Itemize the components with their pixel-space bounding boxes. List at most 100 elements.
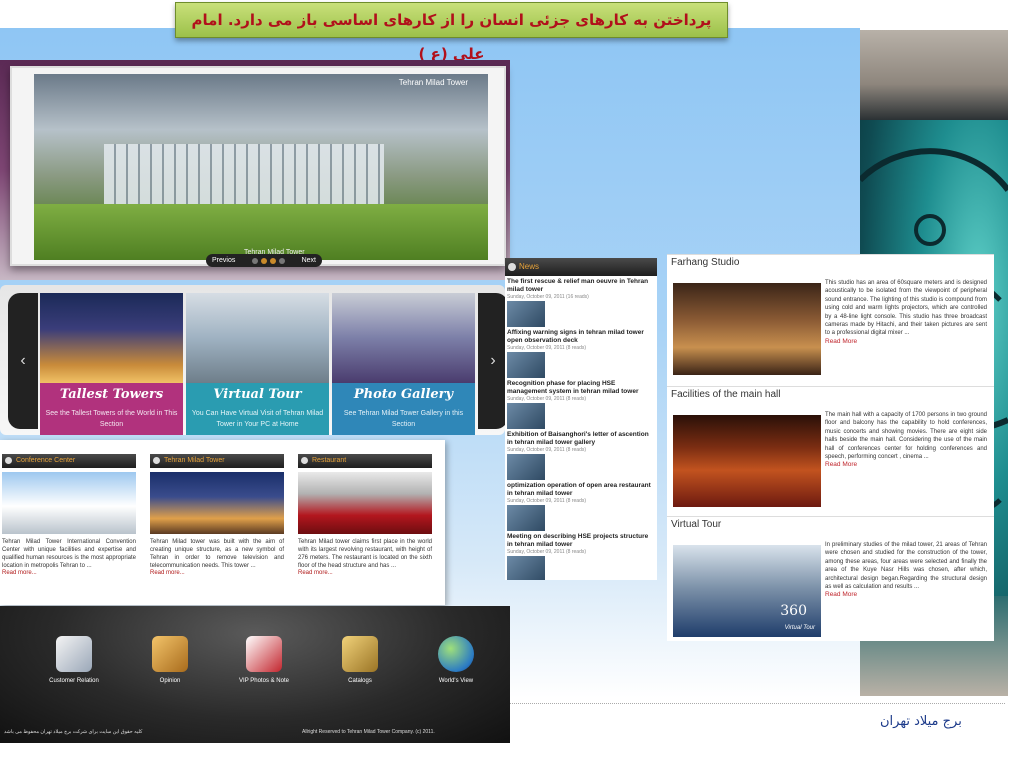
news-date: Sunday, October 09, 2011 (8 reads): [507, 396, 587, 402]
icon-label: World's View: [438, 678, 474, 684]
read-more-link[interactable]: Read More: [825, 338, 857, 345]
conference-photo: [2, 472, 136, 534]
slider-dot[interactable]: [278, 257, 285, 264]
slider-caption: Tehran Milad Tower: [398, 78, 468, 87]
customer-relation-item[interactable]: Customer Relation: [36, 636, 112, 684]
news-header: News: [505, 258, 657, 276]
news-title[interactable]: The first rescue & relief man oeuvre in …: [507, 278, 655, 294]
news-thumbnail: [507, 454, 545, 480]
box-header: Tehran Milad Tower: [150, 454, 284, 468]
news-title[interactable]: Recognition phase for placing HSE manage…: [507, 380, 655, 396]
opinion-item[interactable]: Opinion: [132, 636, 208, 684]
worlds-view-item[interactable]: World's View: [418, 636, 494, 684]
carousel-prev-arrow[interactable]: ‹: [8, 293, 38, 429]
feature-text: In preliminary studies of the milad towe…: [825, 542, 987, 591]
tile-band: Tallest Towers See the Tallest Towers of…: [40, 383, 183, 435]
vip-photos-item[interactable]: VIP Photos & Note: [226, 636, 302, 684]
info-box-tower: Tehran Milad Tower Tehran Milad tower wa…: [150, 454, 284, 576]
news-date: Sunday, October 09, 2011 (8 reads): [507, 447, 587, 453]
studio-photo: [673, 283, 821, 375]
news-title[interactable]: Exhibition of Baisanghori's letter of as…: [507, 431, 655, 447]
virtual-tour-photo: [186, 293, 329, 383]
folder-icon: [342, 636, 378, 672]
feature-carousel: ‹ Tallest Towers See the Tallest Towers …: [0, 285, 508, 435]
read-more-link[interactable]: Read more...: [150, 570, 284, 576]
news-item[interactable]: Exhibition of Baisanghori's letter of as…: [505, 429, 657, 480]
slider-frame: Tehran Milad Tower Tehran Milad Tower: [10, 66, 506, 266]
carousel-next-arrow[interactable]: ›: [478, 293, 508, 429]
footer-title: برج میلاد تهران: [880, 714, 962, 729]
icon-label: VIP Photos & Note: [239, 678, 289, 684]
quote-banner: پرداختن به کارهای جزئی انسان را از کارها…: [175, 2, 728, 63]
news-title[interactable]: Affixing warning signs in tehran milad t…: [507, 329, 655, 345]
box-text: Tehran Milad tower was built with the ai…: [150, 539, 284, 569]
slider-photo: Tehran Milad Tower Tehran Milad Tower: [34, 74, 488, 260]
tile-title: Virtual Tour: [213, 387, 302, 402]
copyright-persian: کلیه حقوق این سایت برای شرکت برج میلاد ت…: [4, 729, 143, 735]
news-thumbnail: [507, 505, 545, 531]
tile-desc: See Tehran Milad Tower Gallery in this S…: [343, 410, 464, 428]
main-hall-photo: [673, 415, 821, 507]
news-title[interactable]: optimization operation of open area rest…: [507, 482, 655, 498]
tour-badge-sub: Virtual Tour: [784, 625, 815, 631]
news-item[interactable]: optimization operation of open area rest…: [505, 480, 657, 531]
building-photo: [104, 144, 384, 204]
tile-desc: You Can Have Virtual Visit of Tehran Mil…: [191, 410, 324, 428]
slider-dot[interactable]: [260, 257, 267, 264]
info-box-restaurant: Restaurant Tehran Milad tower claims fir…: [298, 454, 432, 576]
tile-band: Photo Gallery See Tehran Milad Tower Gal…: [332, 383, 475, 435]
features-column: Farhang Studio This studio has an area o…: [667, 254, 994, 641]
box-text: Tehran Milad Tower International Convent…: [2, 539, 136, 569]
read-more-link[interactable]: Read More: [825, 461, 857, 468]
slider-dot[interactable]: [251, 257, 258, 264]
tile-band: Virtual Tour You Can Have Virtual Visit …: [186, 383, 329, 435]
tile-tallest-towers[interactable]: Tallest Towers See the Tallest Towers of…: [40, 293, 183, 435]
info-box-conference: Conference Center Tehran Milad Tower Int…: [2, 454, 136, 576]
feature-text: This studio has an area of 60square mete…: [825, 280, 987, 337]
divider-line: [510, 703, 1005, 704]
tallest-towers-photo: [40, 293, 183, 383]
feature-farhang-studio: Farhang Studio This studio has an area o…: [667, 254, 994, 379]
read-more-link[interactable]: Read More: [825, 591, 857, 598]
slider-dots: [251, 257, 285, 264]
news-title[interactable]: Meeting on describing HSE projects struc…: [507, 533, 655, 549]
feature-text: The main hall with a capacity of 1700 pe…: [825, 412, 987, 461]
feature-desc: The main hall with a capacity of 1700 pe…: [825, 411, 987, 470]
info-boxes-panel: Conference Center Tehran Milad Tower Int…: [0, 440, 445, 605]
tile-desc: See the Tallest Towers of the World in T…: [45, 410, 178, 428]
news-item[interactable]: Recognition phase for placing HSE manage…: [505, 378, 657, 429]
restaurant-photo: [298, 472, 432, 534]
image-slider: Tehran Milad Tower Tehran Milad Tower: [0, 60, 510, 280]
icon-label: Customer Relation: [49, 678, 99, 684]
news-item[interactable]: The first rescue & relief man oeuvre in …: [505, 276, 657, 327]
copyright-english: Allright Reserved to Tehran Milad Tower …: [302, 729, 435, 735]
photo-gallery-photo: [332, 293, 475, 383]
bowl-rim: [860, 30, 1008, 120]
slide-canvas: پرداختن به کارهای جزئی انسان را از کارها…: [0, 0, 1024, 768]
news-thumbnail: [507, 403, 545, 429]
box-header: Restaurant: [298, 454, 432, 468]
tile-photo-gallery[interactable]: Photo Gallery See Tehran Milad Tower Gal…: [332, 293, 475, 435]
catalogs-item[interactable]: Catalogs: [322, 636, 398, 684]
icon-bar: Customer Relation Opinion VIP Photos & N…: [0, 606, 510, 743]
news-date: Sunday, October 09, 2011 (8 reads): [507, 549, 587, 555]
news-thumbnail: [507, 556, 545, 580]
feature-desc: This studio has an area of 60square mete…: [825, 279, 987, 346]
news-item[interactable]: Affixing warning signs in tehran milad t…: [505, 327, 657, 378]
feature-title: Facilities of the main hall: [671, 389, 781, 400]
news-item[interactable]: Meeting on describing HSE projects struc…: [505, 531, 657, 580]
tower-photo: [150, 472, 284, 534]
globe-icon: [438, 636, 474, 672]
read-more-link[interactable]: Read more...: [298, 570, 432, 576]
slider-prev-button[interactable]: Previos: [212, 257, 235, 264]
tile-virtual-tour[interactable]: Virtual Tour You Can Have Virtual Visit …: [186, 293, 329, 435]
read-more-link[interactable]: Read more...: [2, 570, 136, 576]
envelope-icon: [56, 636, 92, 672]
slider-dot[interactable]: [269, 257, 276, 264]
news-thumbnail: [507, 352, 545, 378]
news-column: News The first rescue & relief man oeuvr…: [505, 258, 657, 580]
box-icon: [152, 636, 188, 672]
tile-title: Photo Gallery: [353, 387, 454, 402]
news-thumbnail: [507, 301, 545, 327]
slider-next-button[interactable]: Next: [302, 257, 316, 264]
